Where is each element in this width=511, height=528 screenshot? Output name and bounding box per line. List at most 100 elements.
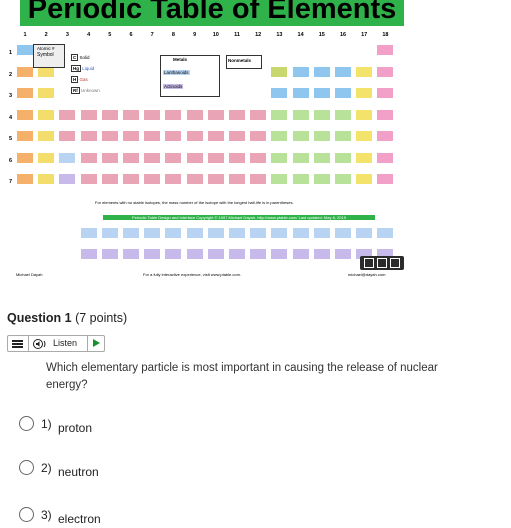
element-cell [249, 227, 268, 239]
radio-button[interactable] [19, 507, 34, 522]
element-cell [334, 173, 352, 185]
option-text[interactable]: neutron [58, 465, 99, 479]
element-cell [16, 65, 34, 78]
element-cell [143, 173, 162, 185]
element-cell [355, 173, 374, 185]
element-cell [100, 173, 119, 185]
periodic-table-title: Periodic Table of Elements [20, 0, 404, 26]
element-cell [16, 173, 34, 185]
option-text[interactable]: electron [58, 512, 101, 526]
element-cell [206, 151, 225, 164]
element-cell [143, 130, 162, 142]
element-cell [334, 108, 352, 121]
element-cell [79, 173, 98, 185]
actinoids-label: Actinoids [163, 84, 184, 89]
element-cell [270, 65, 289, 78]
period-number: 1 [9, 50, 13, 56]
element-cell [228, 151, 246, 164]
email-label: michael@dayah.com [348, 272, 386, 277]
element-cell [100, 248, 119, 260]
element-cell [122, 108, 140, 121]
period-number: 2 [9, 71, 13, 78]
element-cell [291, 151, 310, 164]
element-cell [376, 65, 395, 78]
metals-label: Metals [173, 57, 188, 62]
element-cell [291, 227, 310, 239]
element-cell [143, 227, 162, 239]
legend-solid: C Solid [71, 54, 90, 61]
group-number: 15 [318, 32, 325, 38]
expand-icon[interactable] [377, 258, 387, 268]
fullscreen-icon[interactable] [390, 258, 400, 268]
zoom-icon[interactable] [364, 258, 374, 268]
text-to-speech-toolbar: Listen [7, 335, 105, 352]
element-cell [334, 248, 352, 260]
metals-legend: Metals Lanthanoids Actinoids [160, 55, 220, 97]
nonmetals-label: Nonmetals [228, 58, 252, 63]
group-number: 18 [382, 32, 389, 38]
radio-button[interactable] [19, 460, 34, 475]
element-cell [58, 108, 77, 121]
listen-button[interactable]: Listen [29, 336, 88, 351]
element-cell [334, 151, 352, 164]
element-cell [122, 173, 140, 185]
element-cell [100, 130, 119, 142]
element-cell [206, 130, 225, 142]
image-zoom-controls[interactable] [360, 256, 404, 270]
speaker-icon [33, 339, 46, 349]
element-cell [100, 108, 119, 121]
element-cell [291, 173, 310, 185]
element-cell [122, 130, 140, 142]
element-cell [291, 65, 310, 78]
element-cell [16, 151, 34, 164]
element-cell [58, 173, 77, 185]
element-cell [355, 108, 374, 121]
element-cell [334, 65, 352, 78]
element-cell [291, 248, 310, 260]
element-cell [79, 151, 98, 164]
option-text[interactable]: proton [58, 421, 92, 435]
element-cell [58, 151, 77, 164]
play-button[interactable] [88, 336, 104, 351]
element-cell [270, 173, 289, 185]
group-number: 6 [129, 32, 133, 38]
element-cell [270, 248, 289, 260]
element-cell [79, 227, 98, 239]
element-cell [185, 227, 204, 239]
element-cell [376, 108, 395, 121]
element-cell [355, 87, 374, 99]
element-cell [376, 87, 395, 99]
author-label: Michael Dayah [16, 272, 43, 277]
element-cell [228, 130, 246, 142]
key-atomic-label: Atomic # [37, 46, 55, 51]
menu-icon-bar [12, 343, 23, 345]
group-number: 8 [171, 32, 175, 38]
group-number: 1 [23, 32, 27, 38]
element-cell [312, 65, 331, 78]
element-cell [16, 108, 34, 121]
radio-button[interactable] [19, 416, 34, 431]
group-number: 2 [44, 32, 48, 38]
element-cell [312, 173, 331, 185]
element-cell [334, 87, 352, 99]
element-cell [206, 248, 225, 260]
period-number: 3 [9, 93, 13, 99]
element-cell [249, 108, 268, 121]
element-cell [79, 130, 98, 142]
element-cell [312, 248, 331, 260]
element-cell [58, 130, 77, 142]
option-number: 2) [41, 461, 52, 475]
element-cell [143, 108, 162, 121]
element-cell [291, 108, 310, 121]
tts-menu-button[interactable] [8, 336, 29, 351]
element-cell [270, 227, 289, 239]
element-cell [355, 130, 374, 142]
period-number: 6 [9, 157, 13, 164]
group-number: 9 [193, 32, 197, 38]
element-cell [334, 227, 352, 239]
element-cell [16, 44, 34, 56]
group-number: 5 [108, 32, 112, 38]
group-number: 11 [234, 32, 240, 38]
group-number: 12 [255, 32, 262, 38]
element-cell [249, 173, 268, 185]
